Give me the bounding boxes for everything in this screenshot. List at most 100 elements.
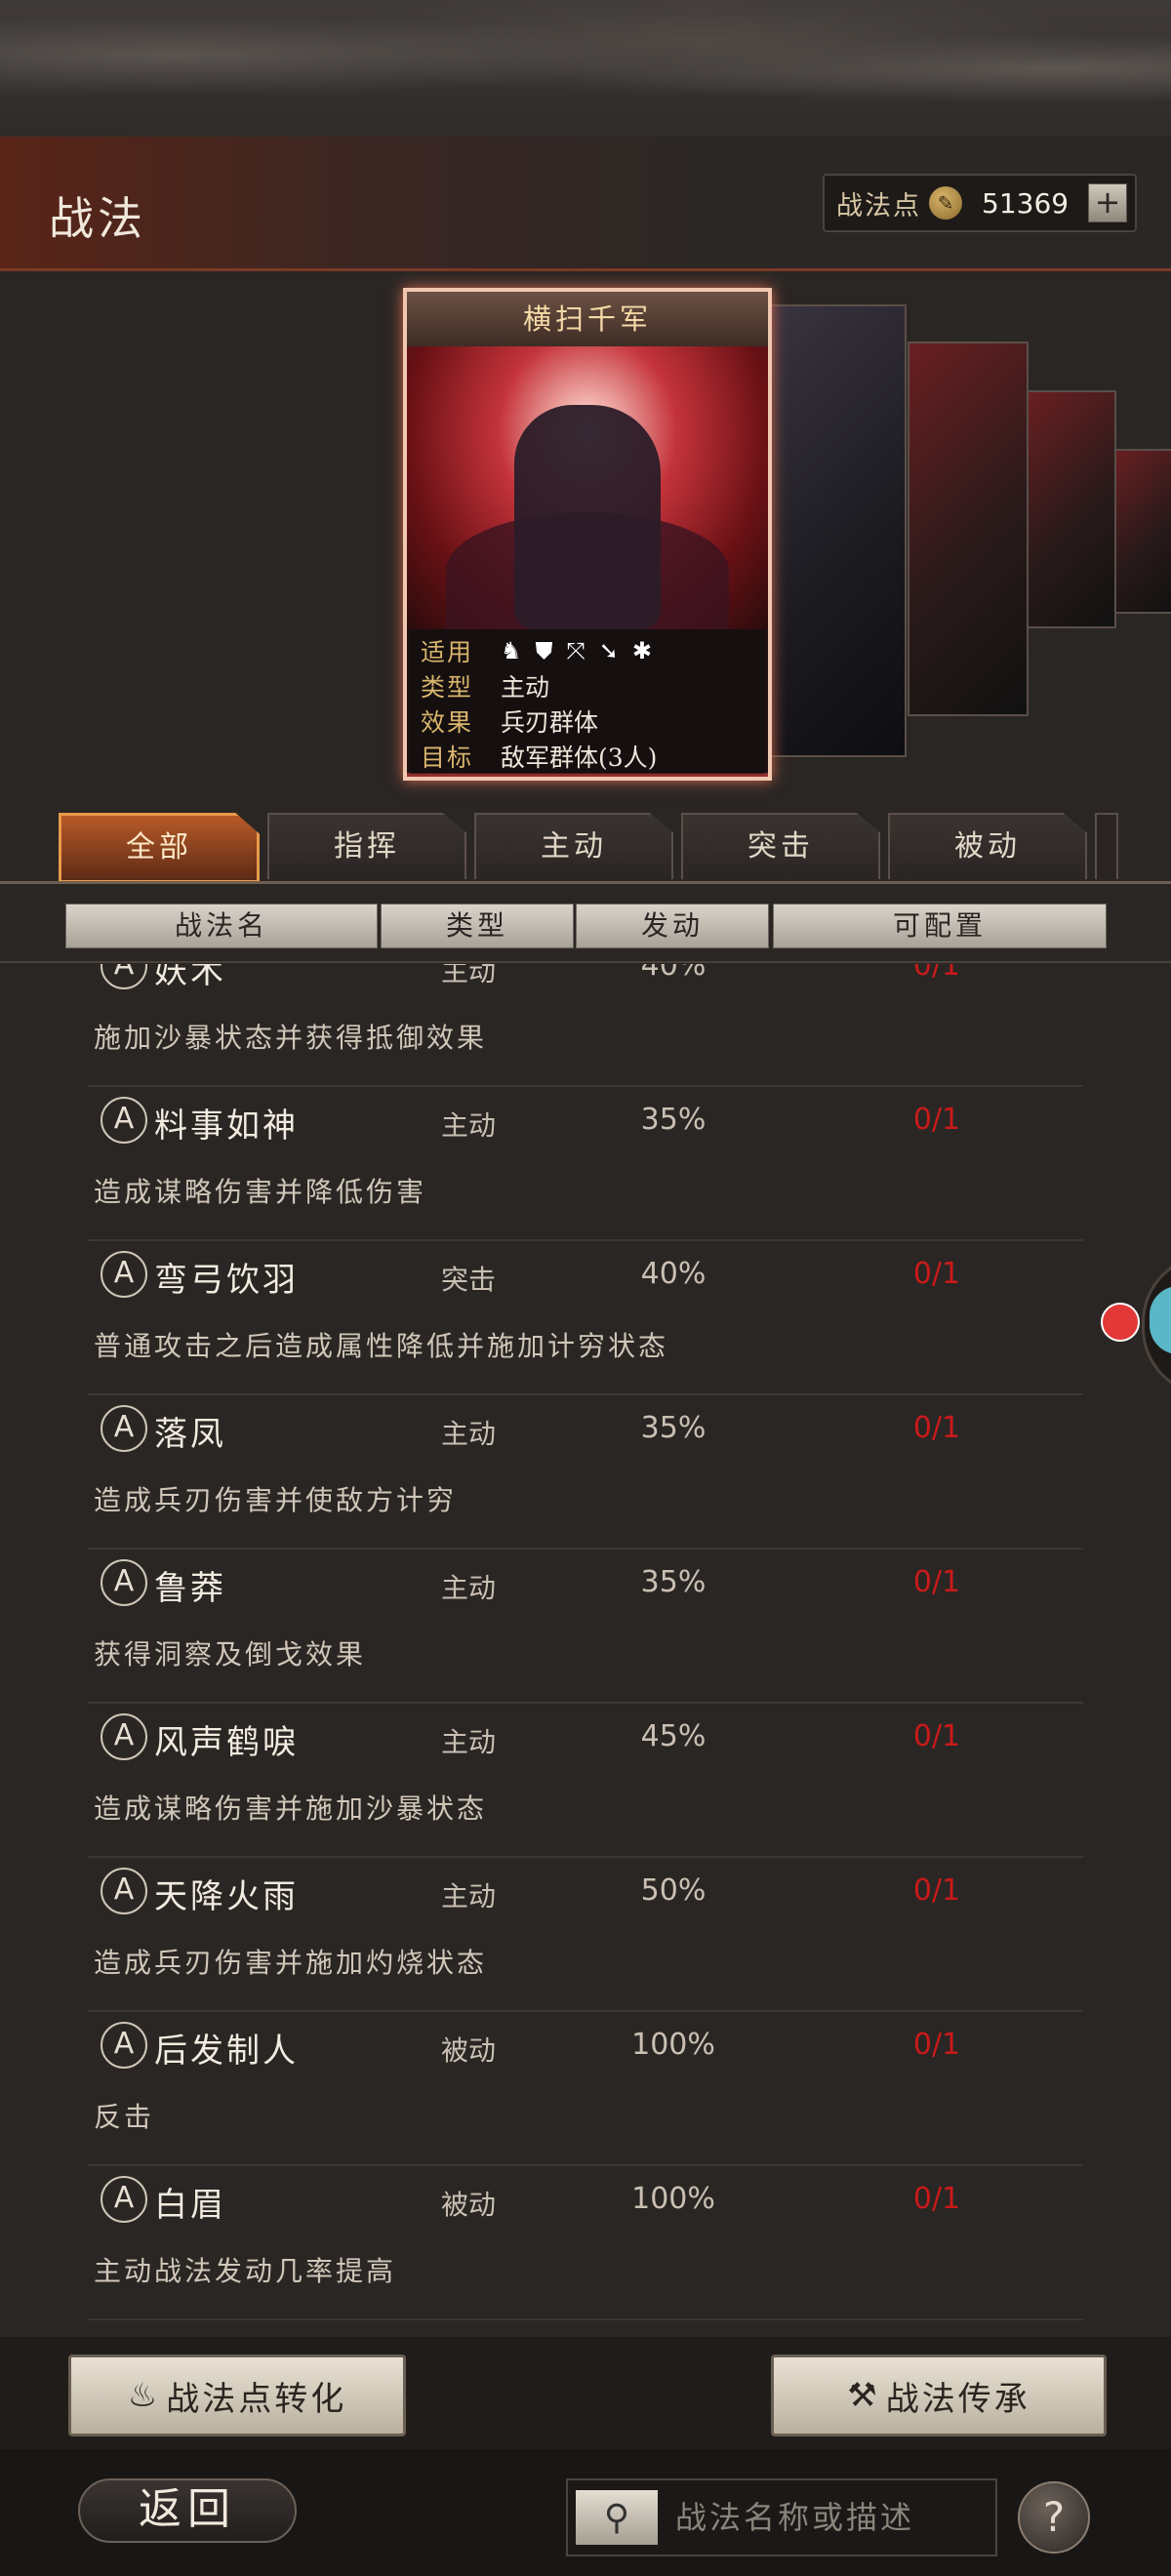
tab-command[interactable]: 指挥 xyxy=(267,813,466,879)
skill-name: 风声鹤唳 xyxy=(154,1723,299,1762)
skill-points-box: 战法点 ✎ 51369 + xyxy=(823,174,1137,232)
featured-card-art xyxy=(407,346,768,629)
skill-rate: 35% xyxy=(640,1103,707,1137)
skill-desc: 普通攻击之后造成属性降低并施加计穷状态 xyxy=(94,1330,669,1362)
skill-type: 主动 xyxy=(441,1726,497,1758)
column-header-rate[interactable]: 发动 xyxy=(576,904,769,948)
skill-points-value: 51369 xyxy=(982,186,1070,220)
bow-icon: ⤧ xyxy=(566,637,586,664)
skill-rate: 35% xyxy=(640,1565,707,1599)
column-header-configurable[interactable]: 可配置 xyxy=(773,904,1107,948)
grade-badge: A xyxy=(101,964,147,989)
list-divider xyxy=(0,961,1171,963)
skill-count: 0/1 xyxy=(912,1873,961,1908)
skill-rate: 40% xyxy=(640,964,707,983)
skill-type: 主动 xyxy=(441,1880,497,1912)
grade-badge: A xyxy=(101,2022,147,2069)
column-header-name[interactable]: 战法名 xyxy=(65,904,378,948)
card-row-key: 适用 xyxy=(421,638,474,666)
tab-more[interactable] xyxy=(1095,813,1118,879)
featured-card-info: 适用 ♞ ⛊ ⤧ ➘ ✱ 类型 主动 效果 兵刃群体 目标 敌军群体(3人) xyxy=(407,629,768,773)
card-row-key: 目标 xyxy=(421,744,474,772)
list-item[interactable]: A 落凤 主动 35% 0/1 造成兵刃伤害并使敌方计穷 xyxy=(0,1397,1171,1551)
card-row-type: 类型 主动 xyxy=(421,668,549,704)
skill-type: 被动 xyxy=(441,2034,497,2067)
list-item[interactable]: A 料事如神 主动 35% 0/1 造成谋略伤害并降低伤害 xyxy=(0,1089,1171,1243)
card-row-value: 敌军群体(3人) xyxy=(501,744,658,772)
preview-card-3[interactable] xyxy=(908,342,1029,716)
add-points-button[interactable]: + xyxy=(1088,183,1127,222)
skill-type: 被动 xyxy=(441,2189,497,2221)
skill-desc: 反击 xyxy=(94,2101,155,2133)
skill-rate: 50% xyxy=(640,1873,707,1908)
convert-points-label: 战法点转化 xyxy=(166,2379,347,2419)
page-title: 战法 xyxy=(49,192,146,245)
notification-dot xyxy=(1101,1303,1140,1342)
skill-name: 鲁莽 xyxy=(154,1569,226,1608)
skill-type: 主动 xyxy=(441,964,497,987)
skill-points-label: 战法点 xyxy=(836,190,921,221)
grade-badge: A xyxy=(101,1559,147,1606)
preview-card-5[interactable] xyxy=(1112,449,1171,614)
list-item[interactable]: A 白眉 被动 100% 0/1 主动战法发动几率提高 xyxy=(0,2168,1171,2322)
tab-assault[interactable]: 突击 xyxy=(681,813,880,879)
tab-active[interactable]: 主动 xyxy=(474,813,673,879)
flame-icon: ♨ xyxy=(127,2376,161,2415)
skill-name: 落凤 xyxy=(154,1415,226,1454)
grade-badge: A xyxy=(101,1405,147,1452)
hammer-icon: ⚒ xyxy=(847,2376,880,2415)
skill-name: 妖术 xyxy=(154,964,226,991)
skill-rate: 40% xyxy=(640,1257,707,1291)
card-row-effect: 效果 兵刃群体 xyxy=(421,704,598,739)
skill-point-coin-icon: ✎ xyxy=(929,186,962,220)
inherit-skill-button[interactable]: ⚒ 战法传承 xyxy=(771,2355,1107,2436)
skill-name: 天降火雨 xyxy=(154,1877,299,1916)
skill-desc: 施加沙暴状态并获得抵御效果 xyxy=(94,1022,488,1054)
grade-badge: A xyxy=(101,2176,147,2223)
skill-count: 0/1 xyxy=(912,2182,961,2216)
column-header-type[interactable]: 类型 xyxy=(381,904,574,948)
skill-type: 主动 xyxy=(441,1572,497,1604)
skill-desc: 获得洞察及倒戈效果 xyxy=(94,1638,367,1670)
list-item[interactable]: A 天降火雨 主动 50% 0/1 造成兵刃伤害并施加灼烧状态 xyxy=(0,1860,1171,2014)
cavalry-icon: ♞ xyxy=(501,637,522,664)
skill-count: 0/1 xyxy=(912,1103,961,1137)
list-item[interactable]: A 风声鹤唳 主动 45% 0/1 造成谋略伤害并施加沙暴状态 xyxy=(0,1706,1171,1860)
help-button[interactable]: ? xyxy=(1018,2481,1090,2554)
skill-name: 后发制人 xyxy=(154,2032,299,2071)
card-row-key: 效果 xyxy=(421,708,474,737)
tab-passive[interactable]: 被动 xyxy=(888,813,1087,879)
top-decor-band xyxy=(0,0,1171,137)
grade-badge: A xyxy=(101,1713,147,1760)
list-item[interactable]: A 后发制人 被动 100% 0/1 反击 xyxy=(0,2014,1171,2168)
list-item[interactable]: A 妖术 主动 40% 0/1 施加沙暴状态并获得抵御效果 xyxy=(0,964,1171,1089)
skill-desc: 造成谋略伤害并降低伤害 xyxy=(94,1176,427,1208)
tab-all[interactable]: 全部 xyxy=(59,813,260,883)
grade-badge: A xyxy=(101,1868,147,1914)
shield-icon: ⛊ xyxy=(535,637,553,664)
skill-count: 0/1 xyxy=(912,1719,961,1753)
spear-icon: ➘ xyxy=(598,637,619,664)
skill-count: 0/1 xyxy=(912,1411,961,1445)
skill-list[interactable]: A 妖术 主动 40% 0/1 施加沙暴状态并获得抵御效果 A 料事如神 主动 … xyxy=(0,964,1171,2330)
back-button[interactable]: 返回 xyxy=(78,2478,297,2543)
skill-desc: 造成谋略伤害并施加沙暴状态 xyxy=(94,1792,488,1825)
featured-skill-card[interactable]: 横扫千军 适用 ♞ ⛊ ⤧ ➘ ✱ 类型 主动 效果 兵刃群体 目标 敌军群体(… xyxy=(403,288,772,781)
convert-points-button[interactable]: ♨ 战法点转化 xyxy=(68,2355,406,2436)
skill-name: 弯弓饮羽 xyxy=(154,1261,299,1300)
card-row-target: 目标 敌军群体(3人) xyxy=(421,739,657,774)
list-item[interactable]: A 弯弓饮羽 突击 40% 0/1 普通攻击之后造成属性降低并施加计穷状态 xyxy=(0,1243,1171,1397)
skill-type: 主动 xyxy=(441,1109,497,1142)
search-input[interactable] xyxy=(673,2498,989,2537)
search-icon[interactable]: ⚲ xyxy=(576,2490,658,2545)
skill-rate: 100% xyxy=(631,2182,715,2216)
skill-count: 0/1 xyxy=(912,1257,961,1291)
card-row-key: 类型 xyxy=(421,673,474,702)
skill-name: 料事如神 xyxy=(154,1107,299,1146)
list-item[interactable]: A 鲁莽 主动 35% 0/1 获得洞察及倒戈效果 xyxy=(0,1551,1171,1706)
skill-count: 0/1 xyxy=(912,964,961,983)
siege-icon: ✱ xyxy=(631,637,652,664)
grade-badge: A xyxy=(101,1097,147,1144)
preview-card-4[interactable] xyxy=(1025,390,1116,628)
preview-card-2[interactable] xyxy=(766,304,907,757)
